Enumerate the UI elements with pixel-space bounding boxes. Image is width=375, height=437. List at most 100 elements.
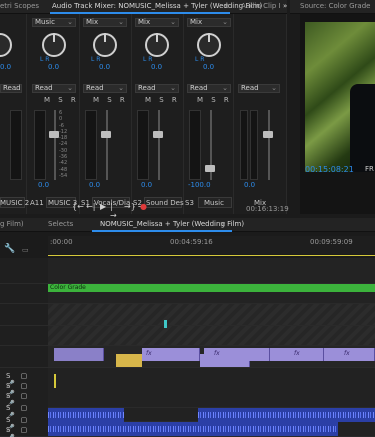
input-select[interactable]: Mix ⌄ [135, 18, 179, 27]
db-scale: 6 0 -6 -12 -18 -24 -30 -36 -42 -48 -54 [59, 110, 68, 179]
volume-fader[interactable] [101, 131, 111, 138]
track-name[interactable]: Sound Des [146, 199, 184, 207]
knob-lr-label: L R [143, 56, 153, 63]
track-id: A11 [30, 199, 44, 207]
track-name[interactable]: Music [204, 199, 224, 207]
knob-lr-label: L R [91, 56, 101, 63]
record-button[interactable]: ● [140, 202, 147, 211]
tab-selects[interactable]: Selects [48, 220, 73, 228]
knob-lr-label: L R [40, 56, 50, 63]
fader-track [268, 110, 270, 180]
video-track-main: fx fx fx fx fx [48, 346, 375, 368]
level-meter-left [240, 110, 248, 180]
panel-overflow-icon[interactable]: » [283, 2, 287, 10]
pan-value[interactable]: 0.0 [99, 63, 110, 71]
track-name[interactable]: MUSIC 2 [0, 199, 29, 207]
mixer-channel-s2: Mix ⌄ L R 0.0 Read ⌄ M S R 0.0 S2 Sound De… [132, 14, 184, 214]
volume-fader[interactable] [49, 131, 59, 138]
volume-fader[interactable] [205, 165, 215, 172]
video-clip[interactable]: fx [270, 348, 324, 361]
automation-mode-select[interactable]: Read ⌄ [83, 84, 127, 93]
volume-db[interactable]: 0.0 [89, 181, 100, 189]
step-back-button[interactable]: ←| [86, 202, 95, 211]
volume-db[interactable]: 0.0 [244, 181, 255, 189]
video-clip[interactable]: fx [142, 348, 200, 361]
knob-indicator [208, 33, 210, 42]
level-meter [137, 110, 149, 180]
tab-sequence-prev[interactable]: g Film) [0, 220, 24, 228]
automation-mode-select[interactable]: Read ⌄ [238, 84, 280, 93]
automation-mode-select[interactable]: Read ⌄ [0, 84, 22, 93]
captions-icon[interactable]: ▭ [22, 246, 29, 254]
video-track-lane [48, 304, 375, 326]
go-to-out-button[interactable]: →} [124, 202, 136, 211]
volume-db[interactable]: 0.0 [141, 181, 152, 189]
fit-select[interactable]: FR [365, 165, 374, 173]
video-clip[interactable]: fx [324, 348, 375, 361]
volume-db[interactable]: 0.0 [38, 181, 49, 189]
video-clip[interactable] [54, 348, 104, 361]
mixer-channel-s1: Mix ⌄ L R 0.0 Read ⌄ M S R 0.0 S1 Vocals/D… [80, 14, 132, 214]
tab-audio-track-mixer[interactable]: Audio Track Mixer: NOMUSIC_Melissa + Tyl… [52, 2, 262, 10]
timeline-tabbar: g Film) Selects NOMUSIC_Melissa + Tyler … [0, 218, 375, 232]
tab-lumetri-scopes[interactable]: etri Scopes [0, 2, 39, 10]
pan-knob[interactable] [0, 33, 12, 57]
tab-source-monitor[interactable]: Source: Color Grade [300, 2, 370, 10]
mute-solo-record-buttons[interactable]: M S R [197, 96, 232, 104]
pan-value[interactable]: 0.0 [48, 63, 59, 71]
video-subject [350, 84, 375, 172]
audio-clip[interactable] [198, 408, 375, 422]
input-select[interactable]: Music ⌄ [32, 18, 76, 27]
audio-clip-marker[interactable] [54, 374, 56, 388]
video-clip-highlighted[interactable] [116, 354, 142, 367]
timeline-ruler[interactable]: :00:00 00:04:59:16 00:09:59:09 [48, 236, 375, 254]
input-select[interactable]: Mix ⌄ [83, 18, 127, 27]
level-meter [34, 110, 46, 180]
automation-mode-select[interactable]: Read ⌄ [32, 84, 76, 93]
track-header [0, 326, 48, 346]
volume-fader[interactable] [153, 131, 163, 138]
mute-solo-record-buttons[interactable]: M S R [44, 96, 79, 104]
play-button[interactable]: ▶ [100, 202, 106, 211]
automation-mode-select[interactable]: Read ⌄ [187, 84, 231, 93]
adjustment-clip[interactable]: Color Grade [48, 284, 375, 292]
tab-menu-icon[interactable]: ≡ [224, 2, 230, 10]
audio-clip[interactable] [48, 408, 124, 422]
fader-track [54, 110, 56, 180]
mute-solo-record-buttons[interactable]: M S R [93, 96, 128, 104]
monitor-timecode[interactable]: 00:15:08:21 [305, 165, 354, 174]
video-clip[interactable]: fx [204, 348, 270, 361]
master-fader[interactable] [263, 131, 273, 138]
input-select[interactable]: Mix ⌄ [187, 18, 231, 27]
pan-value[interactable]: 0.0 [151, 63, 162, 71]
audio-track-lane [48, 408, 375, 422]
work-area-bar[interactable] [48, 255, 375, 256]
tab-menu-icon[interactable]: ≡ [220, 220, 226, 228]
marker-clip[interactable] [164, 320, 167, 328]
wrench-icon[interactable]: 🔧 [4, 244, 15, 254]
track-header [0, 304, 48, 326]
mixer-tabbar: etri Scopes Audio Track Mixer: NOMUSIC_M… [0, 0, 287, 14]
knob-indicator [53, 33, 55, 42]
mixer-timecode: 00:16:13:19 [246, 205, 289, 213]
video-track-lane [48, 320, 375, 346]
go-to-in-button[interactable]: {← [72, 202, 84, 211]
fader-track [158, 110, 160, 180]
audio-track-headers: S ▢ 🎤 S ▢ 🎤 S ▢ 🎤 S ▢ 🎤 S ▢ 🎤 S ▢ 🎤 [0, 368, 48, 437]
automation-mode-select[interactable]: Read ⌄ [135, 84, 179, 93]
tab-audio-clip-mixer[interactable]: Audio Clip I [241, 2, 281, 10]
audio-track-lane [48, 422, 375, 437]
mixer-channel-mix: Read ⌄ 0.0 Mix [234, 14, 287, 214]
audio-track-mixer: 0.0 Read ⌄ MUSIC 2 Music ⌄ L R 0.0 Read ⌄ M… [0, 14, 287, 214]
mixer-channel-a10: 0.0 Read ⌄ MUSIC 2 [0, 14, 29, 214]
pan-value[interactable]: 0.0 [203, 63, 214, 71]
audio-track-controls[interactable]: S ▢ 🎤 [6, 426, 48, 437]
audio-track-lane [48, 368, 375, 408]
knob-indicator [104, 33, 106, 42]
mute-solo-record-buttons[interactable]: M S R [145, 96, 180, 104]
video-track-lane [48, 258, 375, 284]
volume-db[interactable]: -100.0 [188, 181, 211, 189]
level-meter-right [250, 110, 258, 180]
pan-value[interactable]: 0.0 [0, 63, 11, 71]
audio-clip[interactable] [48, 422, 338, 436]
